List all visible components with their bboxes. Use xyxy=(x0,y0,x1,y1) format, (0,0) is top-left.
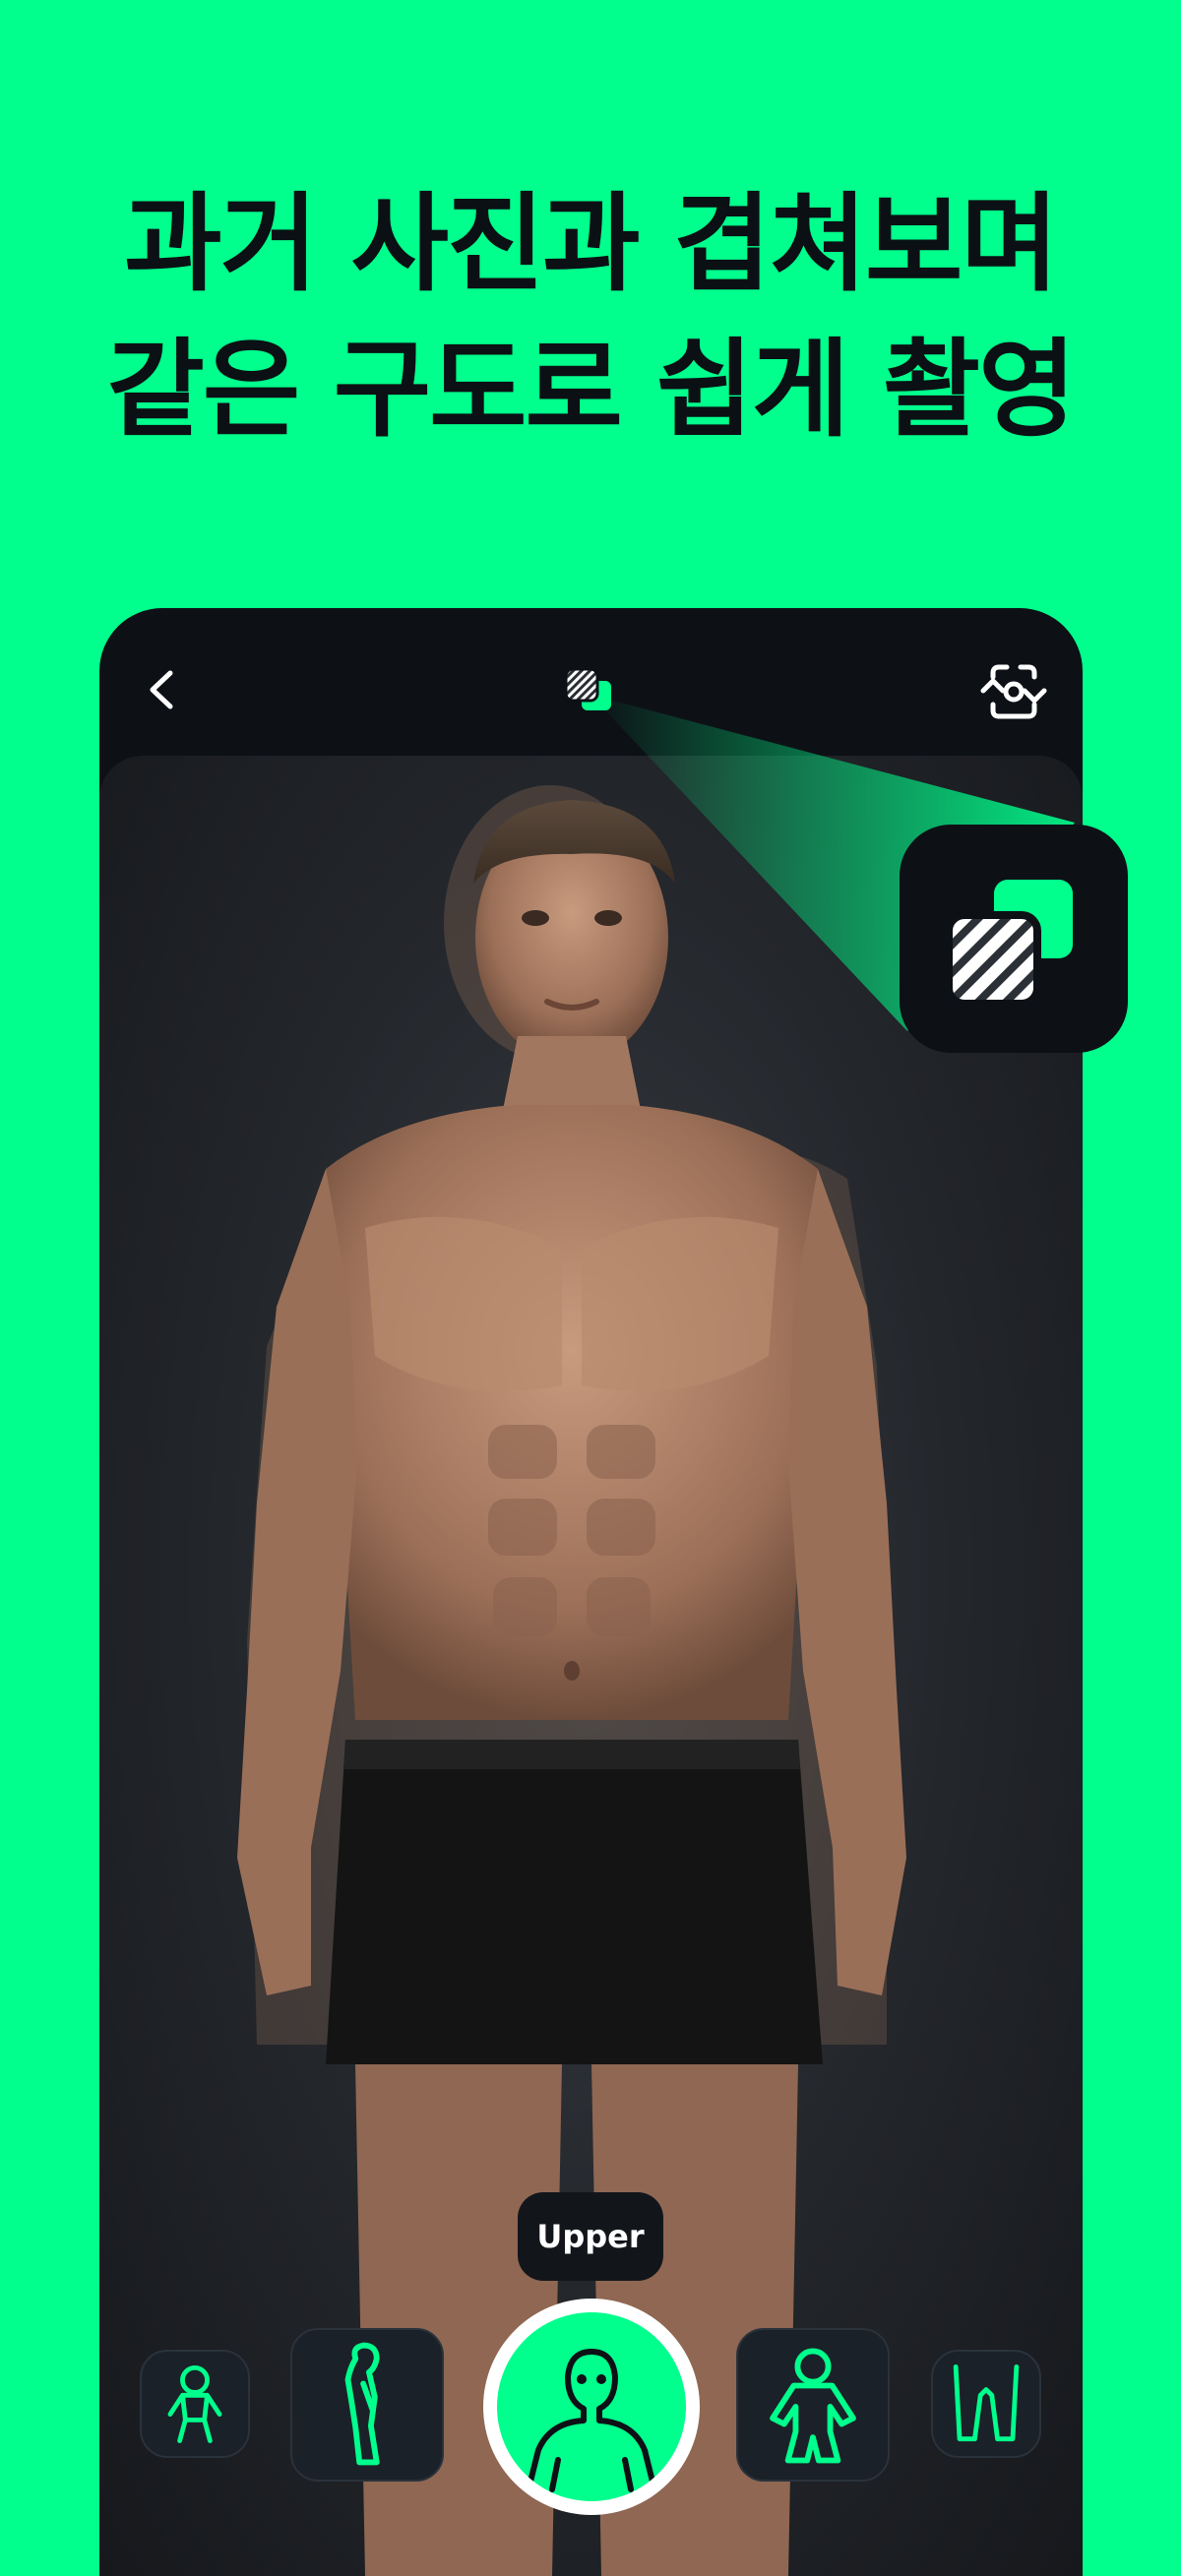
pose-selected-label: Upper xyxy=(518,2192,663,2281)
overlay-layers-icon xyxy=(564,667,611,710)
back-button[interactable] xyxy=(139,665,188,714)
camera-flip-icon xyxy=(980,664,1047,719)
side-body-icon xyxy=(344,2342,380,2466)
upper-front-icon xyxy=(770,2348,856,2464)
camera-flip-button[interactable] xyxy=(977,655,1050,728)
headline-line-2: 같은 구도로 쉽게 촬영 xyxy=(106,329,1076,452)
overlay-callout xyxy=(900,825,1128,1053)
pose-full-body-front-button[interactable] xyxy=(140,2350,250,2458)
headline: 과거 사진과 겹쳐보며 같은 구도로 쉽게 촬영 xyxy=(0,172,1181,463)
chevron-left-icon xyxy=(150,670,173,709)
overlay-layers-icon-large xyxy=(945,880,1073,1008)
headline-line-1: 과거 사진과 겹쳐보며 xyxy=(124,183,1058,306)
camera-topbar xyxy=(99,608,1083,756)
pose-upper-front-button[interactable] xyxy=(736,2328,890,2482)
upper-body-icon xyxy=(526,2349,657,2492)
legs-icon xyxy=(953,2364,1020,2442)
full-body-front-icon xyxy=(167,2364,222,2443)
pose-side-body-button[interactable] xyxy=(290,2328,444,2482)
overlay-toggle-button[interactable] xyxy=(562,663,621,722)
shutter-button[interactable] xyxy=(483,2299,700,2515)
pose-legs-button[interactable] xyxy=(931,2350,1041,2458)
